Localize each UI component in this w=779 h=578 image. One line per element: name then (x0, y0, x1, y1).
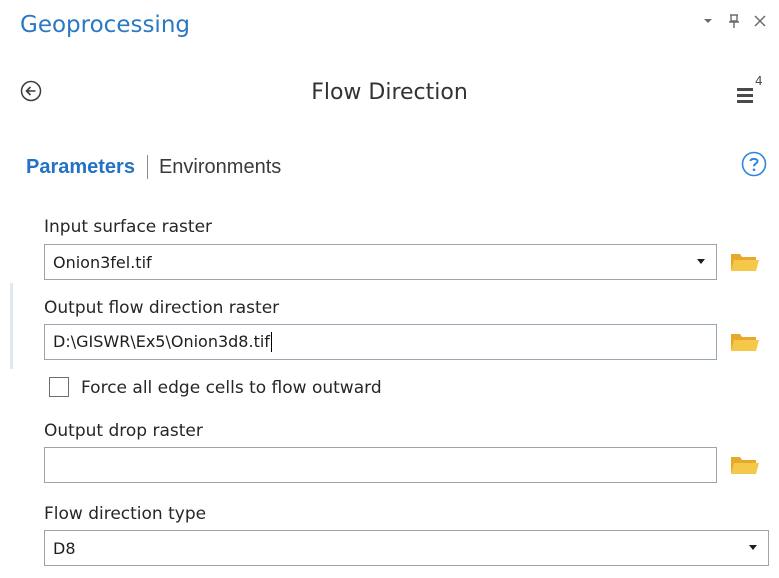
chevron-down-icon (746, 541, 760, 555)
browse-folder-icon[interactable] (729, 330, 761, 354)
input-surface-raster-value: Onion3fel.tif (53, 252, 152, 272)
pane-title: Geoprocessing (20, 12, 190, 38)
input-surface-raster-label: Input surface raster (44, 217, 213, 237)
close-icon[interactable] (753, 12, 767, 30)
input-surface-raster-dropdown[interactable]: Onion3fel.tif (44, 244, 717, 280)
active-parameter-indicator (10, 283, 13, 369)
force-edge-checkbox[interactable] (49, 377, 69, 397)
hamburger-menu-icon[interactable]: 4 (737, 74, 763, 106)
menu-badge: 4 (755, 74, 763, 88)
force-edge-label[interactable]: Force all edge cells to flow outward (81, 377, 382, 399)
tab-separator (146, 155, 148, 179)
text-caret (270, 332, 272, 353)
browse-folder-icon[interactable] (729, 250, 761, 274)
help-icon[interactable] (741, 151, 767, 177)
tool-title: Flow Direction (311, 80, 468, 105)
browse-folder-icon[interactable] (729, 453, 761, 477)
tab-environments[interactable]: Environments (159, 156, 281, 179)
tab-parameters[interactable]: Parameters (26, 156, 135, 179)
output-drop-raster-label: Output drop raster (44, 421, 203, 441)
output-drop-raster-input[interactable] (44, 447, 717, 483)
tab-bar: Parameters Environments (26, 150, 281, 184)
pane-controls (701, 8, 767, 34)
pin-icon[interactable] (727, 12, 741, 30)
chevron-down-icon (694, 255, 708, 269)
flow-direction-type-label: Flow direction type (44, 504, 207, 524)
output-flow-direction-raster-value: D:\GISWR\Ex5\Onion3d8.tif (53, 331, 270, 351)
flow-direction-type-dropdown[interactable]: D8 (44, 530, 769, 566)
output-flow-direction-raster-label: Output flow direction raster (44, 298, 280, 318)
chevron-down-icon[interactable] (701, 12, 715, 30)
output-flow-direction-raster-input[interactable]: D:\GISWR\Ex5\Onion3d8.tif (44, 324, 717, 360)
flow-direction-type-value: D8 (53, 538, 76, 558)
